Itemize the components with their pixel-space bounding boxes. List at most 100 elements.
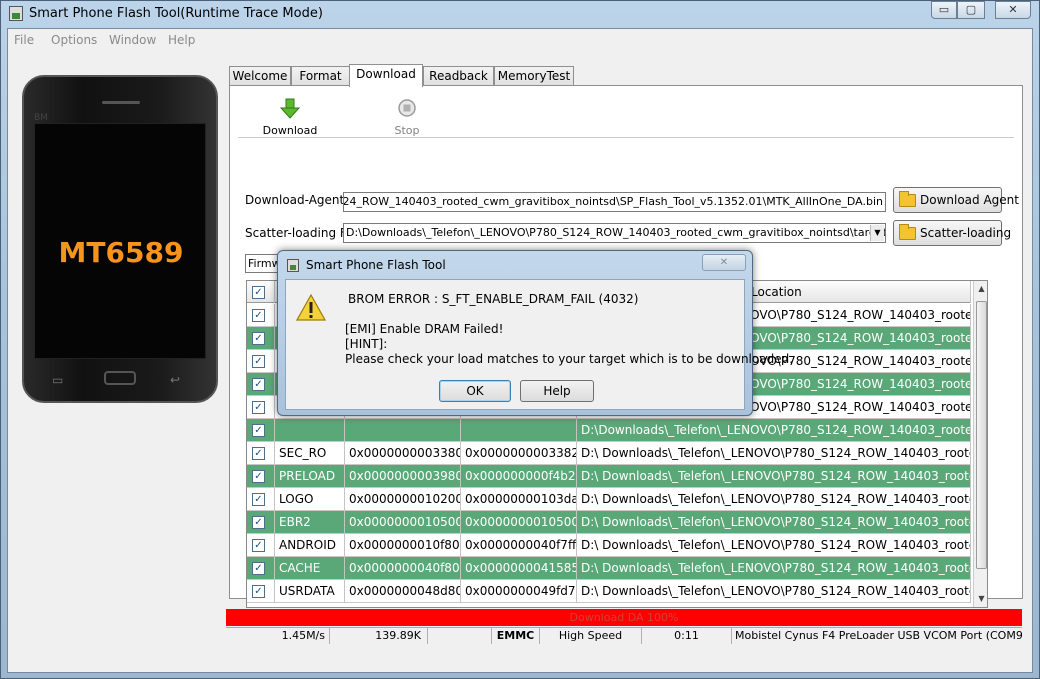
title-bar[interactable]: Smart Phone Flash Tool(Runtime Trace Mod… — [1, 1, 1039, 27]
cell-location: D:\ Downloads\_Telefon\_LENOVO\P780_S124… — [577, 580, 971, 603]
dialog-body: BROM ERROR : S_FT_ENABLE_DRAM_FAIL (4032… — [285, 279, 793, 410]
back-key-icon: ↩ — [170, 373, 181, 387]
tab-memorytest[interactable]: MemoryTest — [494, 66, 574, 86]
cell-name: EBR2 — [275, 511, 345, 534]
minimize-button[interactable]: ▭ — [931, 1, 957, 19]
tab-welcome[interactable]: Welcome — [229, 66, 291, 86]
checkbox-checked-icon[interactable]: ✓ — [252, 355, 265, 368]
cell-select: ✓ — [247, 488, 275, 511]
table-row[interactable]: ✓ PRELOAD0x00000000039800000x000000000f4b… — [247, 465, 971, 488]
scroll-thumb[interactable] — [976, 301, 987, 569]
cell-name: LOGO — [275, 488, 345, 511]
download-agent-input[interactable]: ...\P780_S124_ROW_140403_rooted_cwm_grav… — [343, 192, 886, 212]
table-row[interactable]: ✓ ANDROID0x0000000010f800000x0000000040f7… — [247, 534, 971, 557]
cell-begin-address: 0x0000000010200000 — [345, 488, 461, 511]
scroll-up-icon[interactable]: ▲ — [974, 281, 987, 297]
scatter-loading-button[interactable]: Scatter-loading — [893, 220, 1011, 246]
error-dialog: Smart Phone Flash Tool ✕ BROM ERROR : S_… — [277, 250, 793, 416]
stop-button[interactable]: Stop — [377, 98, 437, 137]
cell-select: ✓ — [247, 350, 275, 373]
toolbar: Download Stop — [238, 94, 1014, 138]
menu-file[interactable]: File — [14, 33, 34, 47]
checkbox-checked-icon[interactable]: ✓ — [252, 539, 265, 552]
cell-begin-address: 0x0000000010f80000 — [345, 534, 461, 557]
cell-select: ✓ — [247, 534, 275, 557]
stop-icon — [398, 99, 416, 117]
table-row[interactable]: ✓ EBR20x00000000105000000x00000000105001f… — [247, 511, 971, 534]
vertical-scrollbar[interactable]: ▲ ▼ — [973, 281, 987, 607]
phone-brand: BM — [34, 113, 48, 123]
cell-select: ✓ — [247, 442, 275, 465]
tab-readback[interactable]: Readback — [423, 66, 494, 86]
menu-window[interactable]: Window — [109, 33, 156, 47]
maximize-button[interactable]: ▢ — [957, 1, 985, 19]
download-agent-path: ...\P780_S124_ROW_140403_rooted_cwm_grav… — [343, 195, 883, 208]
close-button[interactable]: ✕ — [995, 1, 1031, 19]
cell-end-address — [461, 419, 577, 442]
checkbox-checked-icon[interactable]: ✓ — [252, 286, 265, 299]
cell-begin-address: 0x0000000040f80000 — [345, 557, 461, 580]
download-button[interactable]: Download — [260, 98, 320, 137]
cell-location: D:\ Downloads\_Telefon\_LENOVO\P780_S124… — [577, 488, 971, 511]
download-button-label: Download — [262, 124, 318, 137]
stop-button-label: Stop — [394, 124, 420, 137]
checkbox-checked-icon[interactable]: ✓ — [252, 470, 265, 483]
table-row[interactable]: ✓ LOGO0x00000000102000000x00000000103da33… — [247, 488, 971, 511]
table-row[interactable]: ✓ SEC_RO0x00000000033800000x0000000003382… — [247, 442, 971, 465]
cell-name — [275, 419, 345, 442]
warning-icon — [296, 294, 326, 321]
checkbox-checked-icon[interactable]: ✓ — [252, 447, 265, 460]
checkbox-checked-icon[interactable]: ✓ — [252, 424, 265, 437]
checkbox-checked-icon[interactable]: ✓ — [252, 378, 265, 391]
chip-label: MT6589 — [58, 236, 184, 269]
dialog-close-button[interactable]: ✕ — [702, 254, 746, 271]
table-row[interactable]: ✓ CACHE0x0000000040f800000x00000000415850… — [247, 557, 971, 580]
progress-bar: Download DA 100% — [226, 609, 1022, 626]
status-bar: 1.45M/s 139.89K EMMC High Speed 0:11 Mob… — [226, 627, 1022, 644]
folder-icon — [899, 191, 916, 207]
scroll-down-icon[interactable]: ▼ — [974, 591, 987, 607]
checkbox-checked-icon[interactable]: ✓ — [252, 401, 265, 414]
cell-location: D:\ Downloads\_Telefon\_LENOVO\P780_S124… — [577, 465, 971, 488]
cell-location: D:\ Downloads\_Telefon\_LENOVO\P780_S124… — [577, 442, 971, 465]
cell-select: ✓ — [247, 511, 275, 534]
status-time: 0:11 — [642, 628, 732, 644]
cell-select: ✓ — [247, 419, 275, 442]
download-agent-label: Download-Agent — [245, 193, 345, 207]
cell-begin-address: 0x0000000048d80000 — [345, 580, 461, 603]
table-row[interactable]: ✓ USRDATA0x0000000048d800000x0000000049fd… — [247, 580, 971, 603]
download-arrow-icon — [280, 98, 300, 119]
cell-begin-address: 0x0000000003980000 — [345, 465, 461, 488]
checkbox-checked-icon[interactable]: ✓ — [252, 562, 265, 575]
cell-begin-address — [345, 419, 461, 442]
status-storage: EMMC — [492, 628, 540, 644]
checkbox-checked-icon[interactable]: ✓ — [252, 332, 265, 345]
menu-help[interactable]: Help — [168, 33, 195, 47]
chevron-down-icon[interactable]: ▼ — [870, 225, 884, 241]
dialog-line-2: [HINT]: — [345, 337, 388, 351]
checkbox-checked-icon[interactable]: ✓ — [252, 309, 265, 322]
help-button[interactable]: Help — [520, 380, 594, 402]
cell-name: PRELOAD — [275, 465, 345, 488]
progress-label: Download DA 100% — [569, 611, 679, 624]
cell-name: SEC_RO — [275, 442, 345, 465]
download-agent-button[interactable]: Download Agent — [893, 187, 1019, 213]
tab-format[interactable]: Format — [291, 66, 350, 86]
cell-select: ✓ — [247, 327, 275, 350]
tab-download[interactable]: Download — [349, 64, 423, 87]
status-port: Mobistel Cynus F4 PreLoader USB VCOM Por… — [735, 629, 1022, 642]
status-speed: 1.45M/s — [226, 628, 330, 644]
checkbox-checked-icon[interactable]: ✓ — [252, 493, 265, 506]
table-row[interactable]: ✓ D:\Downloads\_Telefon\_LENOVO\P780_S124… — [247, 419, 971, 442]
checkbox-checked-icon[interactable]: ✓ — [252, 516, 265, 529]
menu-options[interactable]: Options — [51, 33, 97, 47]
header-select-all[interactable]: ✓ — [247, 281, 275, 303]
scatter-loading-combo[interactable]: D:\Downloads\_Telefon\_LENOVO\P780_S124_… — [343, 223, 886, 243]
cell-end-address: 0x00000000105001ff — [461, 511, 577, 534]
checkbox-checked-icon[interactable]: ✓ — [252, 585, 265, 598]
status-mode: High Speed — [540, 628, 642, 644]
app-window: Smart Phone Flash Tool(Runtime Trace Mod… — [0, 0, 1040, 679]
cell-location: D:\Downloads\_Telefon\_LENOVO\P780_S124_… — [577, 419, 971, 442]
ok-button[interactable]: OK — [439, 380, 511, 402]
cell-location: D:\ Downloads\_Telefon\_LENOVO\P780_S124… — [577, 557, 971, 580]
